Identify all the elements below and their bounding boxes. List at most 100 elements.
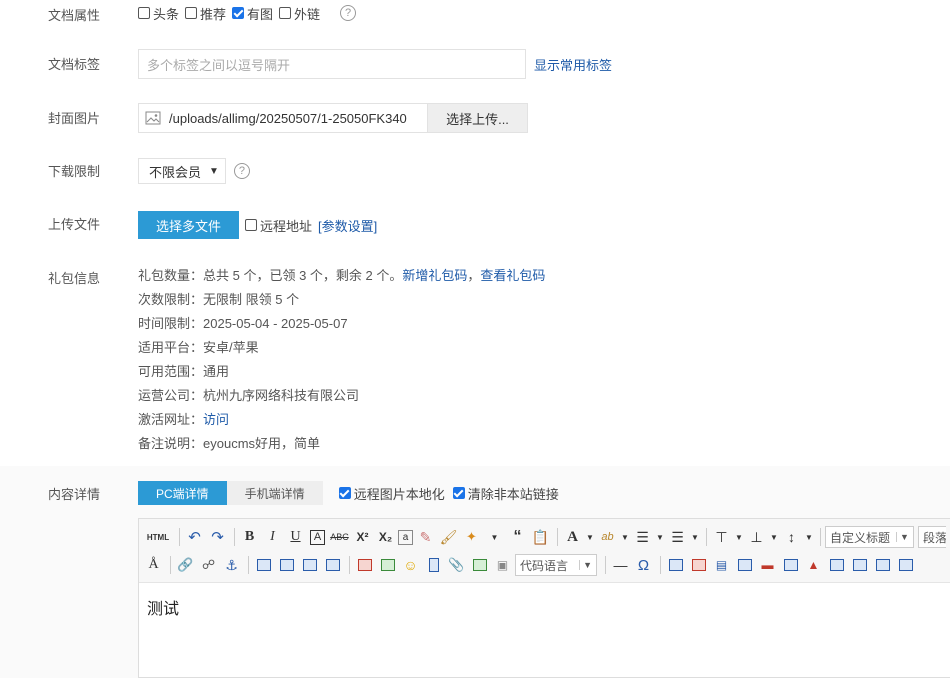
format-match-icon[interactable]: a (398, 529, 413, 545)
code-icon[interactable]: ▣ (492, 555, 513, 575)
ordered-list-icon[interactable]: ☰ (632, 527, 653, 547)
anchor-icon[interactable]: ⚓ (221, 555, 242, 575)
paste-plain-icon[interactable]: 📋 (530, 527, 551, 547)
multi-image-icon[interactable] (377, 555, 398, 575)
localize-images-checkbox[interactable]: 远程图片本地化 (338, 484, 445, 503)
doc-attrs-controls: 头条 推荐 有图 外链 ? (138, 4, 357, 23)
delete-table-icon[interactable] (688, 555, 709, 575)
paragraph-format-select[interactable]: 段落格式 (917, 526, 946, 548)
dropdown-arrow-icon[interactable]: ▼ (690, 527, 700, 547)
help-icon[interactable]: ? (340, 5, 357, 21)
magic-wand-icon[interactable]: ✦ (461, 527, 482, 547)
align-left-icon[interactable] (253, 555, 274, 575)
dropdown-arrow-icon[interactable]: ▼ (585, 527, 595, 547)
tab-mobile-detail[interactable]: 手机端详情 (226, 481, 323, 505)
dropdown-arrow-icon[interactable]: ▼ (620, 527, 630, 547)
member-limit-select[interactable]: 不限会员 ▼ (138, 158, 226, 184)
bold-icon[interactable]: B (239, 527, 260, 547)
dropdown-arrow-icon[interactable]: ▼ (769, 527, 779, 547)
download-controls: 不限会员 ▼ ? (138, 158, 250, 184)
view-gift-code-link[interactable]: 查看礼包码 (480, 268, 545, 283)
custom-title-select[interactable]: 自定义标题 ▼ (825, 526, 914, 548)
editor-content[interactable]: 测试 (139, 583, 950, 631)
table-caption-icon[interactable]: ▤ (711, 555, 732, 575)
highlight-icon[interactable]: ab (597, 527, 618, 547)
align-center-icon[interactable] (299, 555, 320, 575)
align-right-icon[interactable] (276, 555, 297, 575)
subscript-icon[interactable]: X₂ (375, 527, 396, 547)
checkbox-box-checked[interactable] (338, 487, 351, 499)
attr-recommend-checkbox[interactable]: 推荐 (185, 4, 226, 23)
dropdown-arrow-icon[interactable]: ▼ (655, 527, 665, 547)
rich-text-editor: HTML ↶ ↷ B I U A ABC X² X₂ a ✎ 🖌 ✦ ▼ “ 📋… (138, 518, 950, 678)
show-common-tags-link[interactable]: 显示常用标签 (534, 55, 612, 74)
cover-file-box: /uploads/allimg/20250507/1-25050FK340 选择… (138, 103, 528, 133)
insert-table-icon[interactable] (665, 555, 686, 575)
horizontal-rule-icon[interactable]: — (610, 555, 631, 575)
undo-icon[interactable]: ↶ (184, 527, 205, 547)
image-insert-icon[interactable] (354, 555, 375, 575)
gift-time-line: 时间限制：2025-05-04 - 2025-05-07 (138, 316, 348, 331)
insert-row-icon[interactable] (734, 555, 755, 575)
font-border-icon[interactable]: A (310, 529, 325, 545)
merge-cells-icon[interactable] (826, 555, 847, 575)
dropdown-arrow-icon[interactable]: ▼ (484, 527, 505, 547)
checkbox-box-checked[interactable] (232, 7, 245, 19)
attr-external-checkbox[interactable]: 外链 (279, 4, 320, 23)
delete-row-icon[interactable]: ▬ (757, 555, 778, 575)
delete-col-icon[interactable]: ▲ (803, 555, 824, 575)
attr-toutiao-checkbox[interactable]: 头条 (138, 4, 179, 23)
gift-times-line: 次数限制：无限制 限领 5 个 (138, 292, 300, 307)
map-icon[interactable] (469, 555, 490, 575)
content-controls: PC端详情 手机端详情 远程图片本地化 清除非本站链接 (138, 481, 565, 505)
attr-image-checkbox[interactable]: 有图 (232, 4, 273, 23)
merge-down-icon[interactable] (872, 555, 893, 575)
cover-path-field[interactable]: /uploads/allimg/20250507/1-25050FK340 (139, 104, 427, 132)
checkbox-box-checked[interactable] (452, 487, 465, 499)
select-multiple-files-button[interactable]: 选择多文件 (138, 211, 240, 239)
checkbox-box[interactable] (245, 219, 258, 231)
checkbox-box[interactable] (138, 7, 150, 19)
checkbox-box[interactable] (185, 7, 198, 19)
italic-icon[interactable]: I (262, 527, 283, 547)
tab-pc-detail[interactable]: PC端详情 (138, 481, 227, 505)
special-char-icon[interactable]: Ω (633, 555, 654, 575)
tags-input[interactable]: 多个标签之间以逗号隔开 (138, 49, 526, 79)
link-icon[interactable]: 🔗 (175, 555, 196, 575)
add-gift-code-link[interactable]: 新增礼包码 (402, 268, 467, 283)
unordered-list-icon[interactable]: ☰ (667, 527, 688, 547)
select-upload-button[interactable]: 选择上传... (427, 104, 527, 132)
font-size-icon[interactable]: Å (143, 555, 164, 575)
strikethrough-icon[interactable]: ABC (329, 527, 350, 547)
unlink-icon[interactable]: ☍ (198, 555, 219, 575)
superscript-icon[interactable]: X² (352, 527, 373, 547)
params-settings-link[interactable]: [参数设置] (318, 216, 377, 235)
dropdown-arrow-icon[interactable]: ▼ (734, 527, 744, 547)
line-height-icon[interactable]: ↕ (781, 527, 802, 547)
split-cells-icon[interactable] (895, 555, 916, 575)
attachment-icon[interactable]: 📎 (446, 555, 467, 575)
merge-right-icon[interactable] (849, 555, 870, 575)
code-language-select[interactable]: 代码语言 ▼ (515, 554, 597, 576)
emotion-icon[interactable]: ☺ (400, 555, 421, 575)
html-source-button[interactable]: HTML (143, 527, 173, 547)
blockquote-icon[interactable]: “ (507, 527, 528, 547)
remote-address-checkbox[interactable]: 远程地址 (245, 216, 312, 235)
brush-icon[interactable]: 🖌 (438, 527, 459, 547)
insert-col-icon[interactable] (780, 555, 801, 575)
clear-links-checkbox[interactable]: 清除非本站链接 (452, 484, 559, 503)
font-color-icon[interactable]: A (562, 527, 583, 547)
redo-icon[interactable]: ↷ (207, 527, 228, 547)
row-spacing-bottom-icon[interactable]: ⊥ (746, 527, 767, 547)
underline-icon[interactable]: U (285, 527, 306, 547)
row-spacing-top-icon[interactable]: ⊤ (711, 527, 732, 547)
dropdown-arrow-icon[interactable]: ▼ (804, 527, 814, 547)
eraser-icon[interactable]: ✎ (415, 527, 436, 547)
cover-label: 封面图片 (48, 111, 101, 126)
align-justify-icon[interactable] (322, 555, 343, 575)
checkbox-box[interactable] (279, 7, 292, 19)
video-icon[interactable] (423, 555, 444, 575)
gift-info-block: 礼包数量：总共 5 个，已领 3 个，剩余 2 个。新增礼包码，查看礼包码 次数… (138, 264, 545, 456)
help-icon[interactable]: ? (233, 163, 250, 179)
activate-visit-link[interactable]: 访问 (203, 412, 229, 427)
